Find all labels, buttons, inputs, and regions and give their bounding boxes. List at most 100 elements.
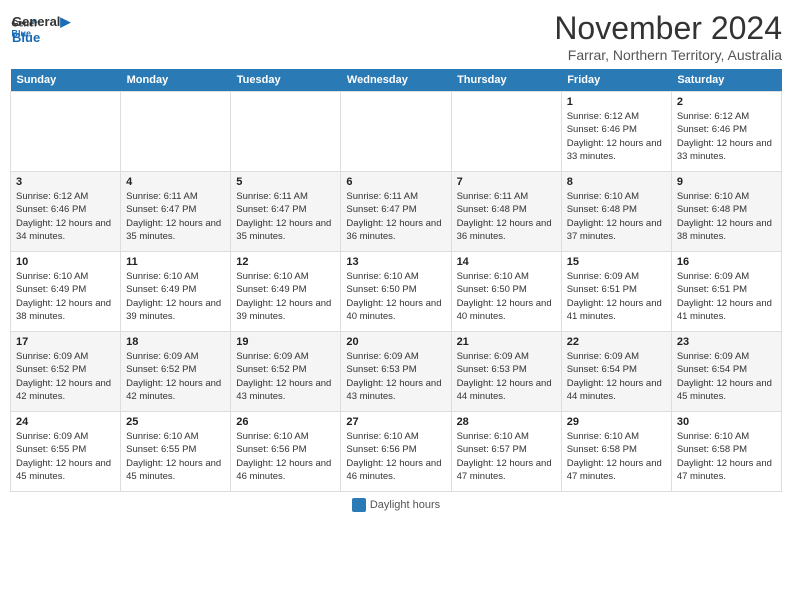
day-info: Sunrise: 6:10 AM Sunset: 6:50 PM Dayligh…	[457, 270, 556, 323]
header-day: Friday	[561, 69, 671, 92]
day-number: 23	[677, 336, 776, 348]
calendar-cell: 10Sunrise: 6:10 AM Sunset: 6:49 PM Dayli…	[11, 252, 121, 332]
day-number: 27	[346, 416, 445, 428]
day-info: Sunrise: 6:09 AM Sunset: 6:53 PM Dayligh…	[346, 350, 445, 403]
calendar-cell: 5 Sunrise: 6:11 AM Sunset: 6:47 PM Daylig…	[231, 172, 341, 252]
legend-color	[352, 498, 366, 512]
calendar-cell: 27 Sunrise: 6:10 AM Sunset: 6:56 PM Dayli…	[341, 412, 451, 492]
header-day: Sunday	[11, 69, 121, 92]
day-number: 9	[677, 176, 776, 188]
calendar-cell: 30 Sunrise: 6:10 AM Sunset: 6:58 PM Dayli…	[671, 412, 781, 492]
calendar-cell: 23 Sunrise: 6:09 AM Sunset: 6:54 PM Dayli…	[671, 332, 781, 412]
day-info: Sunrise: 6:11 AM Sunset: 6:47 PM Dayligh…	[126, 190, 225, 243]
day-number: 30	[677, 416, 776, 428]
day-info: Sunrise: 6:10 AM Sunset: 6:58 PM Dayligh…	[677, 430, 776, 483]
day-info: Sunrise: 6:09 AM Sunset: 6:52 PM Dayligh…	[16, 350, 115, 403]
day-info: Sunrise: 6:10 AM Sunset: 6:58 PM Dayligh…	[567, 430, 666, 483]
day-info: Sunrise: 6:09 AM Sunset: 6:52 PM Dayligh…	[126, 350, 225, 403]
header-row: SundayMondayTuesdayWednesdayThursdayFrid…	[11, 69, 782, 92]
day-info: Sunrise: 6:12 AM Sunset: 6:46 PM Dayligh…	[677, 110, 776, 163]
header-day: Tuesday	[231, 69, 341, 92]
calendar-cell: 14 Sunrise: 6:10 AM Sunset: 6:50 PM Dayli…	[451, 252, 561, 332]
day-info: Sunrise: 6:10 AM Sunset: 6:49 PM Dayligh…	[126, 270, 225, 323]
calendar-cell: 3Sunrise: 6:12 AM Sunset: 6:46 PM Daylig…	[11, 172, 121, 252]
calendar-cell: 2 Sunrise: 6:12 AM Sunset: 6:46 PM Daylig…	[671, 92, 781, 172]
calendar-week-row: 3Sunrise: 6:12 AM Sunset: 6:46 PM Daylig…	[11, 172, 782, 252]
day-info: Sunrise: 6:10 AM Sunset: 6:56 PM Dayligh…	[346, 430, 445, 483]
calendar-cell	[11, 92, 121, 172]
day-number: 4	[126, 176, 225, 188]
day-info: Sunrise: 6:12 AM Sunset: 6:46 PM Dayligh…	[567, 110, 666, 163]
day-info: Sunrise: 6:10 AM Sunset: 6:57 PM Dayligh…	[457, 430, 556, 483]
calendar-table: SundayMondayTuesdayWednesdayThursdayFrid…	[10, 69, 782, 492]
day-number: 18	[126, 336, 225, 348]
day-info: Sunrise: 6:10 AM Sunset: 6:48 PM Dayligh…	[567, 190, 666, 243]
calendar-cell: 22 Sunrise: 6:09 AM Sunset: 6:54 PM Dayli…	[561, 332, 671, 412]
calendar-cell	[341, 92, 451, 172]
calendar-cell: 1Sunrise: 6:12 AM Sunset: 6:46 PM Daylig…	[561, 92, 671, 172]
calendar-cell: 24Sunrise: 6:09 AM Sunset: 6:55 PM Dayli…	[11, 412, 121, 492]
day-number: 6	[346, 176, 445, 188]
calendar-cell: 12Sunrise: 6:10 AM Sunset: 6:49 PM Dayli…	[231, 252, 341, 332]
day-info: Sunrise: 6:09 AM Sunset: 6:54 PM Dayligh…	[677, 350, 776, 403]
day-info: Sunrise: 6:09 AM Sunset: 6:53 PM Dayligh…	[457, 350, 556, 403]
day-number: 16	[677, 256, 776, 268]
day-number: 20	[346, 336, 445, 348]
calendar-cell: 26 Sunrise: 6:10 AM Sunset: 6:56 PM Dayli…	[231, 412, 341, 492]
day-info: Sunrise: 6:10 AM Sunset: 6:48 PM Dayligh…	[677, 190, 776, 243]
day-number: 17	[16, 336, 115, 348]
location-subtitle: Farrar, Northern Territory, Australia	[554, 47, 782, 63]
day-info: Sunrise: 6:09 AM Sunset: 6:54 PM Dayligh…	[567, 350, 666, 403]
day-number: 26	[236, 416, 335, 428]
page-header: General Blue General▶ Blue November 2024…	[10, 10, 782, 63]
calendar-week-row: 24Sunrise: 6:09 AM Sunset: 6:55 PM Dayli…	[11, 412, 782, 492]
calendar-cell: 9 Sunrise: 6:10 AM Sunset: 6:48 PM Daylig…	[671, 172, 781, 252]
calendar-cell: 25 Sunrise: 6:10 AM Sunset: 6:55 PM Dayli…	[121, 412, 231, 492]
day-number: 13	[346, 256, 445, 268]
day-info: Sunrise: 6:11 AM Sunset: 6:47 PM Dayligh…	[236, 190, 335, 243]
day-number: 25	[126, 416, 225, 428]
legend-label: Daylight hours	[370, 499, 440, 511]
day-number: 14	[457, 256, 556, 268]
day-info: Sunrise: 6:09 AM Sunset: 6:51 PM Dayligh…	[567, 270, 666, 323]
day-number: 11	[126, 256, 225, 268]
calendar-cell: 19 Sunrise: 6:09 AM Sunset: 6:52 PM Dayli…	[231, 332, 341, 412]
header-day: Thursday	[451, 69, 561, 92]
day-info: Sunrise: 6:10 AM Sunset: 6:56 PM Dayligh…	[236, 430, 335, 483]
day-info: Sunrise: 6:09 AM Sunset: 6:52 PM Dayligh…	[236, 350, 335, 403]
day-number: 28	[457, 416, 556, 428]
header-day: Monday	[121, 69, 231, 92]
calendar-cell: 7Sunrise: 6:11 AM Sunset: 6:48 PM Daylig…	[451, 172, 561, 252]
title-block: November 2024 Farrar, Northern Territory…	[554, 10, 782, 63]
calendar-cell: 11 Sunrise: 6:10 AM Sunset: 6:49 PM Dayli…	[121, 252, 231, 332]
day-number: 5	[236, 176, 335, 188]
legend-item: Daylight hours	[352, 498, 440, 512]
calendar-cell: 15 Sunrise: 6:09 AM Sunset: 6:51 PM Dayli…	[561, 252, 671, 332]
header-day: Saturday	[671, 69, 781, 92]
day-number: 8	[567, 176, 666, 188]
calendar-cell	[121, 92, 231, 172]
day-number: 3	[16, 176, 115, 188]
day-number: 22	[567, 336, 666, 348]
day-number: 2	[677, 96, 776, 108]
calendar-cell	[451, 92, 561, 172]
calendar-week-row: 17 Sunrise: 6:09 AM Sunset: 6:52 PM Dayli…	[11, 332, 782, 412]
calendar-week-row: 10 Sunrise: 6:10 AM Sunset: 6:49 PM Dayli…	[11, 252, 782, 332]
calendar-cell: 16Sunrise: 6:09 AM Sunset: 6:51 PM Dayli…	[671, 252, 781, 332]
header-day: Wednesday	[341, 69, 451, 92]
month-title: November 2024	[554, 10, 782, 47]
footer: Daylight hours	[10, 498, 782, 512]
calendar-cell: 20 Sunrise: 6:09 AM Sunset: 6:53 PM Dayli…	[341, 332, 451, 412]
day-number: 19	[236, 336, 335, 348]
calendar-cell: 13Sunrise: 6:10 AM Sunset: 6:50 PM Dayli…	[341, 252, 451, 332]
calendar-cell: 29Sunrise: 6:10 AM Sunset: 6:58 PM Dayli…	[561, 412, 671, 492]
calendar-cell: 21Sunrise: 6:09 AM Sunset: 6:53 PM Dayli…	[451, 332, 561, 412]
day-info: Sunrise: 6:11 AM Sunset: 6:47 PM Dayligh…	[346, 190, 445, 243]
day-number: 10	[16, 256, 115, 268]
calendar-cell: 28 Sunrise: 6:10 AM Sunset: 6:57 PM Dayli…	[451, 412, 561, 492]
day-info: Sunrise: 6:10 AM Sunset: 6:55 PM Dayligh…	[126, 430, 225, 483]
day-number: 12	[236, 256, 335, 268]
logo-general: General▶	[12, 14, 70, 30]
calendar-week-row: 1Sunrise: 6:12 AM Sunset: 6:46 PM Daylig…	[11, 92, 782, 172]
day-number: 15	[567, 256, 666, 268]
